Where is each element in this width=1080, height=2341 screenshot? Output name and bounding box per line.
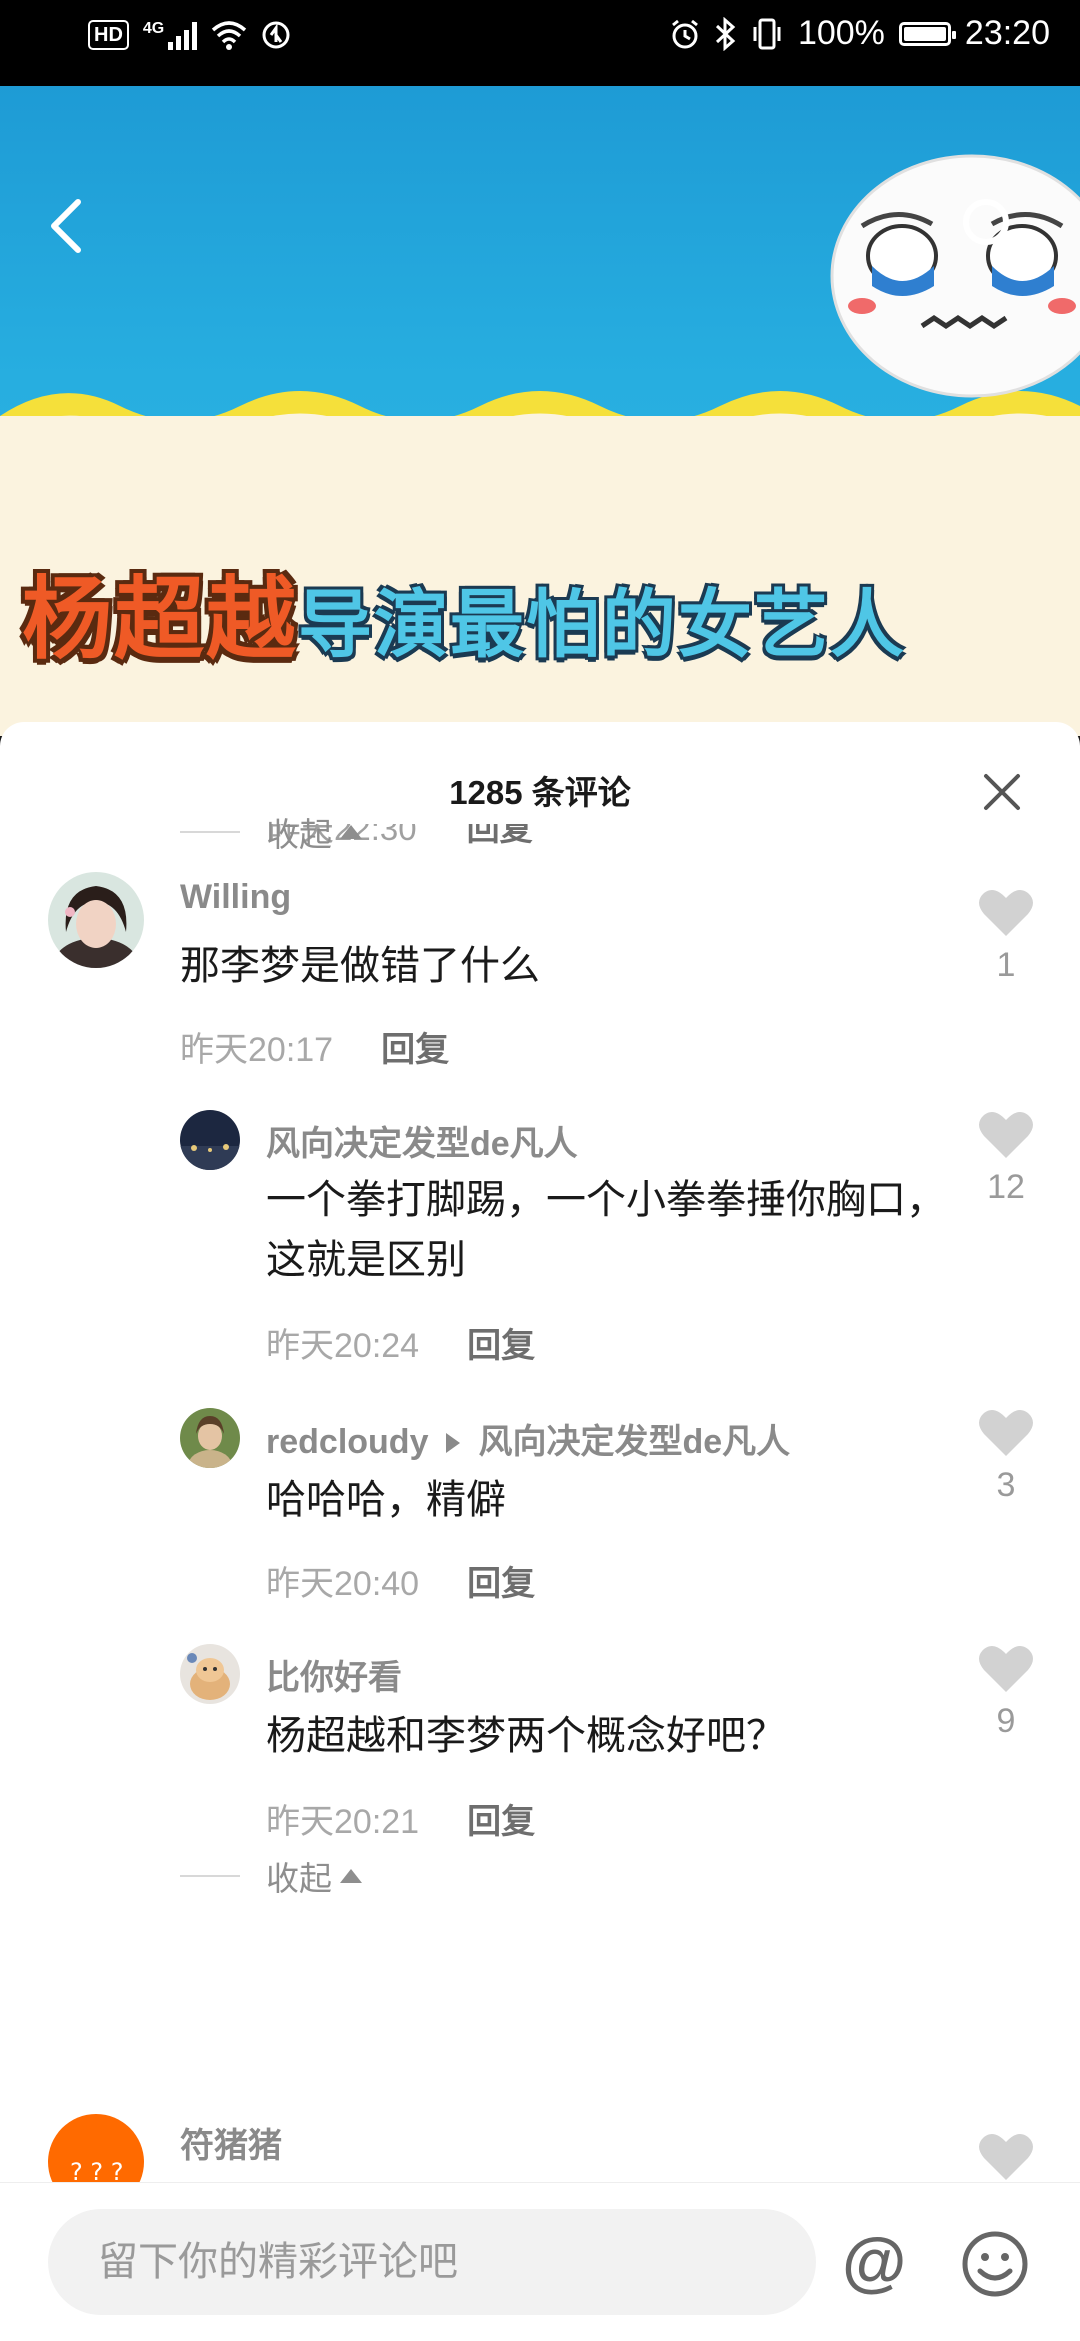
avatar[interactable] <box>48 872 144 968</box>
like-button[interactable]: 9 <box>978 1644 1034 1741</box>
comment-meta: 昨天20:40 回复 <box>266 1556 535 1605</box>
comment-input[interactable] <box>48 2209 816 2315</box>
reply-button[interactable]: 回复 <box>381 1031 449 1069</box>
like-count: 1 <box>996 946 1016 984</box>
reply-author[interactable]: redcloudy <box>266 1423 428 1461</box>
comment-text: 哈哈哈，精僻 <box>266 1478 506 1522</box>
comment-username[interactable]: 风向决定发型de凡人 <box>266 1116 578 1165</box>
heart-icon <box>979 1409 1033 1456</box>
comment-username[interactable]: 比你好看 <box>266 1650 402 1699</box>
heart-icon <box>979 889 1033 936</box>
network-type: 4G <box>142 20 165 37</box>
video-title: 杨超越导演最怕的女艺人 <box>22 546 906 676</box>
like-count: 3 <box>996 1466 1016 1504</box>
avatar[interactable] <box>180 1644 240 1704</box>
hd-badge: HD <box>88 20 129 50</box>
comment-time: 昨天20:24 <box>266 1327 420 1365</box>
comment-meta: 昨天20:17 回复 <box>180 1022 449 1071</box>
collapse-replies-button[interactable]: 收起 <box>180 808 362 856</box>
battery-percent: 100% <box>797 14 885 52</box>
comment-time: 昨天20:40 <box>266 1565 420 1603</box>
close-icon[interactable] <box>982 772 1022 812</box>
heart-icon <box>979 1111 1033 1158</box>
like-button[interactable]: 1 <box>978 888 1034 985</box>
signal-icon <box>168 20 198 50</box>
search-icon[interactable] <box>960 196 1024 260</box>
like-button[interactable]: 3 <box>978 1408 1034 1505</box>
comment-username[interactable]: 符猪猪 <box>180 2118 282 2167</box>
like-button[interactable] <box>978 2132 1034 2182</box>
clock: 23:20 <box>964 14 1050 52</box>
crying-face-icon <box>830 154 1080 398</box>
alarm-icon <box>672 19 698 48</box>
mention-button[interactable]: @ <box>842 2223 906 2299</box>
status-bar: HD 4G 100% 23:20 <box>0 0 1080 86</box>
comment-count-title: 1285 条评论 <box>449 774 631 811</box>
comment-panel: 1285 条评论 昨天22:30 回复 收起 Willing 那李梦是做错了什么 … <box>0 722 1080 2340</box>
status-left-icons: HD 4G <box>88 20 291 50</box>
comment-input-bar: @ <box>0 2182 1080 2341</box>
back-arrow-icon[interactable] <box>46 196 86 256</box>
comment-time: 昨天20:17 <box>180 1031 334 1069</box>
reply-button[interactable]: 回复 <box>467 1803 535 1841</box>
reply-button[interactable]: 回复 <box>467 1327 535 1365</box>
collapse-label: 收起 <box>266 816 332 853</box>
collapse-label: 收起 <box>266 1860 332 1897</box>
emoji-icon[interactable] <box>960 2229 1030 2299</box>
caret-up-icon <box>340 825 362 839</box>
like-button[interactable]: 12 <box>978 1110 1034 1207</box>
comment-meta: 昨天20:24 回复 <box>266 1318 535 1367</box>
vibrate-icon <box>753 18 781 49</box>
bluetooth-icon <box>715 16 736 51</box>
reply-to-arrow-icon <box>446 1433 461 1454</box>
video-title-blue: 导演最怕的女艺人 <box>298 582 906 668</box>
collapse-replies-button[interactable]: 收起 <box>180 1852 362 1900</box>
previous-reply-button[interactable]: 回复 <box>467 824 533 847</box>
video-title-red: 杨超越 <box>22 567 298 672</box>
video-player[interactable]: 杨超越导演最怕的女艺人 <box>0 86 1080 736</box>
comment-text: 杨超越和李梦两个概念好吧？ <box>266 1714 786 1758</box>
comment-meta: 昨天20:21 回复 <box>266 1794 535 1843</box>
avatar[interactable] <box>180 1110 240 1170</box>
battery-icon <box>898 21 956 46</box>
comment-text: 一个拳打脚踢，一个小拳拳捶你胸口，这就是区别 <box>266 1178 946 1282</box>
reply-target[interactable]: 风向决定发型de凡人 <box>478 1423 790 1461</box>
heart-icon <box>979 1645 1033 1692</box>
status-right-icons: 100% 23:20 <box>670 14 1050 53</box>
heart-icon <box>979 2133 1033 2180</box>
comment-time: 昨天20:21 <box>266 1803 420 1841</box>
comment-text: 那李梦是做错了什么 <box>180 944 540 988</box>
caret-up-icon <box>340 1869 362 1883</box>
wifi-icon <box>212 21 247 50</box>
like-count: 9 <box>996 1702 1016 1740</box>
like-count: 12 <box>987 1168 1025 1206</box>
reply-button[interactable]: 回复 <box>467 1565 535 1603</box>
data-saver-icon <box>262 21 290 49</box>
avatar[interactable] <box>180 1408 240 1468</box>
comment-username: redcloudy 风向决定发型de凡人 <box>266 1414 790 1463</box>
comment-username[interactable]: Willing <box>180 878 291 917</box>
